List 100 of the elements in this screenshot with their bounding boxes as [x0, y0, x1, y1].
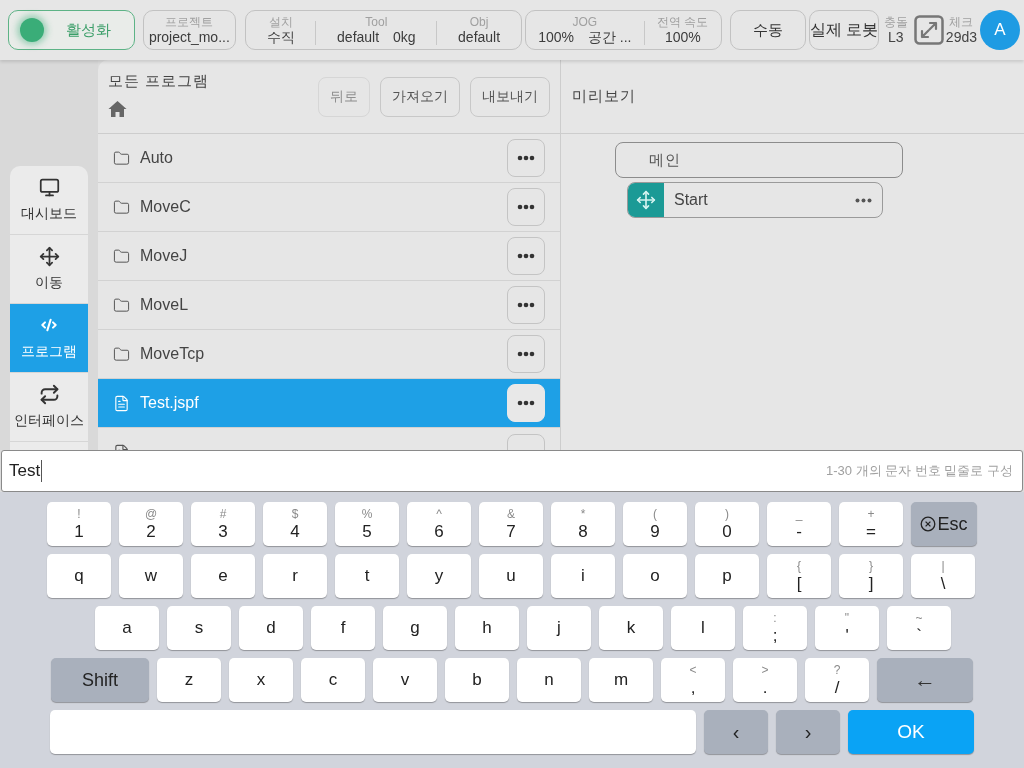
- start-block[interactable]: Start: [627, 182, 883, 218]
- keyboard-key[interactable]: ( 9: [623, 502, 687, 546]
- main-block[interactable]: 메인: [615, 142, 903, 178]
- file-name: MoveJ: [140, 247, 189, 265]
- keyboard-key[interactable]: j: [527, 606, 591, 650]
- keyboard-key[interactable]: x: [229, 658, 293, 702]
- repeat-icon: [38, 383, 60, 405]
- keyboard-key[interactable]: ? /: [805, 658, 869, 702]
- keyboard-key[interactable]: v: [373, 658, 437, 702]
- panel-title: 모든 프로그램: [108, 72, 210, 91]
- text-input-field[interactable]: Test 1-30 개의 문자 번호 밑줄로 구성: [1, 450, 1023, 492]
- status-dot-icon: [20, 18, 44, 42]
- keyboard-key[interactable]: o: [623, 554, 687, 598]
- keyboard-key[interactable]: u: [479, 554, 543, 598]
- setting-item[interactable]: Tool default 0kg: [316, 11, 437, 49]
- keyboard-key[interactable]: w: [119, 554, 183, 598]
- keyboard-key[interactable]: ! 1: [47, 502, 111, 546]
- cursor-key[interactable]: ›: [776, 710, 840, 754]
- setting-item[interactable]: Obj default: [437, 11, 521, 49]
- move-icon: [38, 245, 60, 267]
- keyboard-key[interactable]: p: [695, 554, 759, 598]
- more-icon: [517, 400, 535, 406]
- keyboard-key[interactable]: d: [239, 606, 303, 650]
- keyboard-key[interactable]: ~ `: [887, 606, 951, 650]
- project-button[interactable]: 프로젝트 project_mo...: [142, 10, 236, 50]
- keyboard-key[interactable]: f: [311, 606, 375, 650]
- keyboard-key[interactable]: a: [95, 606, 159, 650]
- keyboard-key[interactable]: % 5: [335, 502, 399, 546]
- keyboard-key[interactable]: + =: [839, 502, 903, 546]
- keyboard-key[interactable]: | \: [911, 554, 975, 598]
- keyboard-key[interactable]: _ -: [767, 502, 831, 546]
- speed-item[interactable]: JOG 100% 공간 ...: [525, 11, 644, 49]
- keyboard-key[interactable]: i: [551, 554, 615, 598]
- mode-button[interactable]: 수동: [729, 10, 806, 50]
- more-button[interactable]: [507, 188, 545, 226]
- input-hint: 1-30 개의 문자 번호 밑줄로 구성: [825, 462, 1013, 480]
- file-icon: [113, 444, 130, 450]
- keyboard-key[interactable]: c: [301, 658, 365, 702]
- more-button[interactable]: [507, 237, 545, 275]
- cursor-key[interactable]: ‹: [704, 710, 768, 754]
- shift-key[interactable]: Shift: [51, 658, 149, 702]
- collision-status: 충돌 L3: [883, 15, 908, 45]
- more-button[interactable]: [507, 286, 545, 324]
- keyboard-key[interactable]: y: [407, 554, 471, 598]
- keyboard-key[interactable]: > .: [733, 658, 797, 702]
- folder-icon: [113, 198, 130, 216]
- keyboard-key[interactable]: * 8: [551, 502, 615, 546]
- keyboard-key[interactable]: k: [599, 606, 663, 650]
- keyboard-key[interactable]: g: [383, 606, 447, 650]
- keyboard-key[interactable]: " ': [815, 606, 879, 650]
- keyboard-key[interactable]: t: [335, 554, 399, 598]
- sidebar-item[interactable]: 인터페이스: [10, 373, 88, 442]
- file-row[interactable]: MoveC: [98, 183, 560, 232]
- keyboard-key[interactable]: e: [191, 554, 255, 598]
- keyboard-key[interactable]: q: [47, 554, 111, 598]
- keyboard-key[interactable]: l: [671, 606, 735, 650]
- keyboard-key[interactable]: { [: [767, 554, 831, 598]
- file-row[interactable]: Auto: [98, 134, 560, 183]
- keyboard-key[interactable]: r: [263, 554, 327, 598]
- sidebar-item[interactable]: 대시보드: [10, 166, 88, 235]
- keyboard-key[interactable]: & 7: [479, 502, 543, 546]
- check-status: 체크 29d3: [945, 15, 977, 45]
- folder-icon: [113, 296, 130, 314]
- file-name: MoveC: [140, 198, 192, 216]
- expand-icon[interactable]: [913, 15, 944, 45]
- file-row[interactable]: MoveL: [98, 281, 560, 330]
- more-icon: [517, 351, 535, 357]
- home-icon[interactable]: [108, 100, 127, 118]
- escape-key[interactable]: Esc: [911, 502, 977, 546]
- more-button[interactable]: [507, 139, 545, 177]
- folder-icon: [113, 345, 130, 363]
- import-button[interactable]: 가져오기: [380, 76, 460, 117]
- robot-button[interactable]: 실제 로봇: [808, 10, 879, 50]
- keyboard-key[interactable]: # 3: [191, 502, 255, 546]
- keyboard-key[interactable]: ^ 6: [407, 502, 471, 546]
- file-icon: [113, 394, 130, 412]
- speed-item[interactable]: 전역 속도 100%: [644, 11, 721, 49]
- keyboard-key[interactable]: n: [517, 658, 581, 702]
- backspace-key[interactable]: ←: [877, 658, 973, 702]
- keyboard-key[interactable]: } ]: [839, 554, 903, 598]
- keyboard-key[interactable]: $ 4: [263, 502, 327, 546]
- keyboard-key[interactable]: m: [589, 658, 653, 702]
- keyboard-key[interactable]: ) 0: [695, 502, 759, 546]
- setting-item[interactable]: 설치 수직: [245, 11, 316, 49]
- keyboard-key[interactable]: s: [167, 606, 231, 650]
- file-row[interactable]: MoveJ: [98, 232, 560, 281]
- keyboard-key[interactable]: : ;: [743, 606, 807, 650]
- export-button[interactable]: 내보내기: [470, 76, 550, 117]
- keyboard-key[interactable]: b: [445, 658, 509, 702]
- more-button[interactable]: [507, 335, 545, 373]
- keyboard-key[interactable]: @ 2: [119, 502, 183, 546]
- move-icon[interactable]: [628, 183, 664, 217]
- text-caret: [41, 460, 43, 482]
- file-name: Auto: [140, 149, 174, 167]
- block-label: Start: [673, 191, 709, 209]
- more-icon[interactable]: [855, 197, 872, 203]
- keyboard-key[interactable]: z: [157, 658, 221, 702]
- keyboard-key[interactable]: h: [455, 606, 519, 650]
- code-icon: [41, 317, 57, 333]
- keyboard-key[interactable]: < ,: [661, 658, 725, 702]
